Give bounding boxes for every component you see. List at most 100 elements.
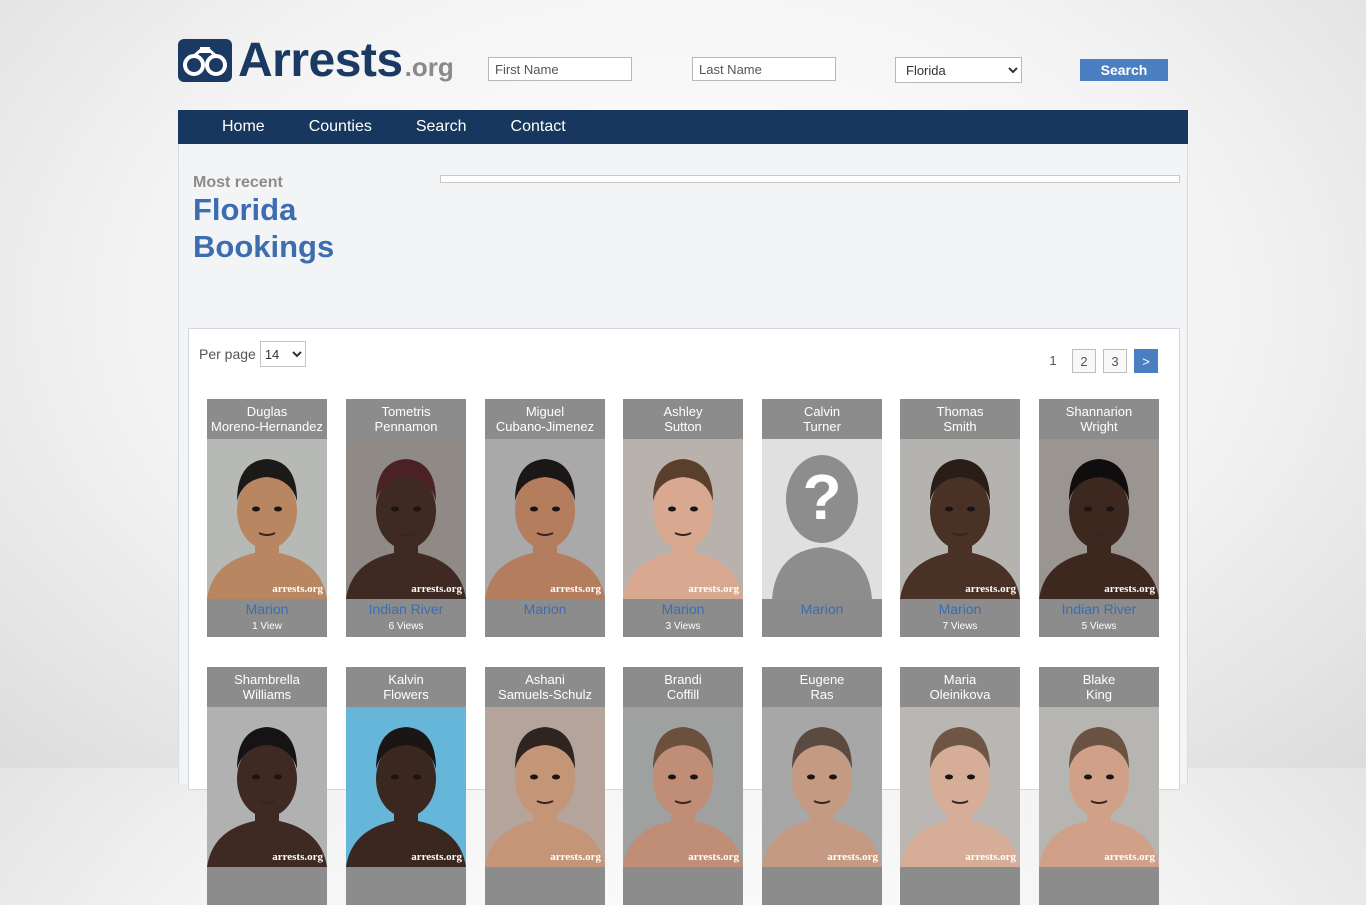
inmate-name[interactable]: Duglas Moreno-Hernandez — [207, 399, 327, 439]
first-name-input[interactable] — [488, 57, 632, 81]
county-link[interactable]: Marion — [762, 601, 882, 617]
inmate-last-name: Samuels-Schulz — [498, 687, 592, 702]
mugshot-photo[interactable]: arrests.org — [207, 707, 327, 867]
inmate-first-name: Tometris — [381, 404, 431, 419]
inmate-first-name: Duglas — [246, 404, 288, 419]
booking-card[interactable]: Blake King arrests.org — [1039, 667, 1159, 905]
inmate-name[interactable]: Ashley Sutton — [623, 399, 743, 439]
inmate-first-name: Brandi — [664, 672, 702, 687]
inmate-first-name: Maria — [943, 672, 977, 687]
inmate-name[interactable]: Thomas Smith — [900, 399, 1020, 439]
watermark: arrests.org — [272, 583, 323, 595]
nav-contact[interactable]: Contact — [511, 110, 566, 144]
booking-card[interactable]: Ashley Sutton arrests.org Marion 3 Views — [623, 399, 743, 637]
booking-card[interactable]: Brandi Coffill arrests.org — [623, 667, 743, 905]
inmate-first-name: Ashley — [663, 404, 703, 419]
main-nav: Home Counties Search Contact — [178, 110, 1188, 144]
mugshot-photo[interactable]: arrests.org — [346, 439, 466, 599]
nav-counties[interactable]: Counties — [309, 110, 372, 144]
mugshot-photo[interactable]: arrests.org — [485, 707, 605, 867]
ad-placeholder — [440, 175, 1180, 183]
per-page-control: Per page 14 — [199, 341, 306, 367]
inmate-first-name: Calvin — [803, 404, 841, 419]
no-photo-placeholder-icon[interactable]: ? — [762, 439, 882, 599]
inmate-last-name: Coffill — [666, 687, 700, 702]
inmate-name[interactable]: Shambrella Williams — [207, 667, 327, 707]
logo-suffix: .org — [404, 52, 454, 82]
inmate-name[interactable]: Blake King — [1039, 667, 1159, 707]
nav-search[interactable]: Search — [416, 110, 467, 144]
booking-card[interactable]: Duglas Moreno-Hernandez arrests.org Marion 1… — [207, 399, 327, 637]
page-3-link[interactable]: 3 — [1103, 349, 1127, 373]
mugshot-photo[interactable]: arrests.org — [623, 439, 743, 599]
mugshot-photo[interactable]: arrests.org — [207, 439, 327, 599]
mugshot-photo[interactable]: arrests.org — [900, 707, 1020, 867]
booking-card[interactable]: Thomas Smith arrests.org Marion 7 Views — [900, 399, 1020, 637]
inmate-name[interactable]: Tometris Pennamon — [346, 399, 466, 439]
booking-card[interactable]: Kalvin Flowers arrests.org — [346, 667, 466, 905]
next-page-button[interactable]: > — [1134, 349, 1158, 373]
inmate-name[interactable]: Ashani Samuels-Schulz — [485, 667, 605, 707]
county-link[interactable]: Marion — [207, 601, 327, 617]
per-page-select[interactable]: 14 — [259, 341, 306, 367]
booking-card[interactable]: Maria Oleinikova arrests.org — [900, 667, 1020, 905]
watermark: arrests.org — [550, 583, 601, 595]
inmate-name[interactable]: Maria Oleinikova — [900, 667, 1020, 707]
inmate-first-name: Blake — [1082, 672, 1116, 687]
county-link[interactable]: Marion — [485, 601, 605, 617]
county-link[interactable]: Indian River — [1039, 601, 1159, 617]
view-count: 3 Views — [665, 621, 701, 632]
booking-card[interactable]: Shannarion Wright arrests.org Indian River 5… — [1039, 399, 1159, 637]
booking-card[interactable]: Calvin Turner? Marion — [762, 399, 882, 637]
inmate-last-name: Ras — [810, 687, 834, 702]
search-button[interactable]: Search — [1080, 59, 1168, 81]
inmate-last-name: Cubano-Jimenez — [495, 419, 595, 434]
logo-text: Arrests — [238, 34, 403, 87]
state-select[interactable]: Florida — [895, 57, 1022, 83]
inmate-name[interactable]: Kalvin Flowers — [346, 667, 466, 707]
mugshot-photo[interactable]: arrests.org — [900, 439, 1020, 599]
mugshot-photo[interactable]: arrests.org — [485, 439, 605, 599]
inmate-name[interactable]: Shannarion Wright — [1039, 399, 1159, 439]
mugshot-photo[interactable]: arrests.org — [346, 707, 466, 867]
county-link[interactable]: Marion — [623, 601, 743, 617]
pagination: 1 2 3 > — [1034, 349, 1158, 373]
inmate-last-name: Turner — [803, 419, 841, 434]
mugshot-photo[interactable]: arrests.org — [762, 707, 882, 867]
booking-card[interactable]: Shambrella Williams arrests.org — [207, 667, 327, 905]
booking-card[interactable]: Ashani Samuels-Schulz arrests.org — [485, 667, 605, 905]
content-panel: Most recent Florida Bookings Per page 14… — [178, 144, 1188, 905]
inmate-last-name: King — [1085, 687, 1113, 702]
mugshot-photo[interactable]: arrests.org — [1039, 439, 1159, 599]
inmate-name[interactable]: Brandi Coffill — [623, 667, 743, 707]
last-name-input[interactable] — [692, 57, 836, 81]
county-link[interactable]: Indian River — [346, 601, 466, 617]
county-link[interactable]: Marion — [900, 601, 1020, 617]
watermark: arrests.org — [965, 583, 1016, 595]
view-count: 5 Views — [1081, 621, 1117, 632]
inmate-name[interactable]: Calvin Turner — [762, 399, 882, 439]
inmate-last-name: Flowers — [383, 687, 429, 702]
view-count: 6 Views — [388, 621, 424, 632]
view-count: 7 Views — [942, 621, 978, 632]
inmate-name[interactable]: Eugene Ras — [762, 667, 882, 707]
watermark: arrests.org — [1104, 851, 1155, 863]
inmate-last-name: Pennamon — [374, 419, 438, 434]
watermark: arrests.org — [1104, 583, 1155, 595]
page-2-link[interactable]: 2 — [1072, 349, 1096, 373]
nav-home[interactable]: Home — [222, 110, 265, 144]
inmate-name[interactable]: Miguel Cubano-Jimenez — [485, 399, 605, 439]
booking-card[interactable]: Tometris Pennamon arrests.org Indian River 6… — [346, 399, 466, 637]
booking-card[interactable]: Miguel Cubano-Jimenez arrests.org Marion — [485, 399, 605, 637]
site-logo[interactable]: Arrests .org — [178, 34, 454, 87]
inmate-last-name: Williams — [242, 687, 292, 702]
view-count: 1 View — [252, 621, 282, 632]
inmate-last-name: Wright — [1080, 419, 1118, 434]
watermark: arrests.org — [550, 851, 601, 863]
mugshot-photo[interactable]: arrests.org — [1039, 707, 1159, 867]
inmate-first-name: Miguel — [525, 404, 565, 419]
page-title-state: Florida — [193, 192, 297, 227]
mugshot-photo[interactable]: arrests.org — [623, 707, 743, 867]
booking-card[interactable]: Eugene Ras arrests.org — [762, 667, 882, 905]
watermark: arrests.org — [411, 851, 462, 863]
